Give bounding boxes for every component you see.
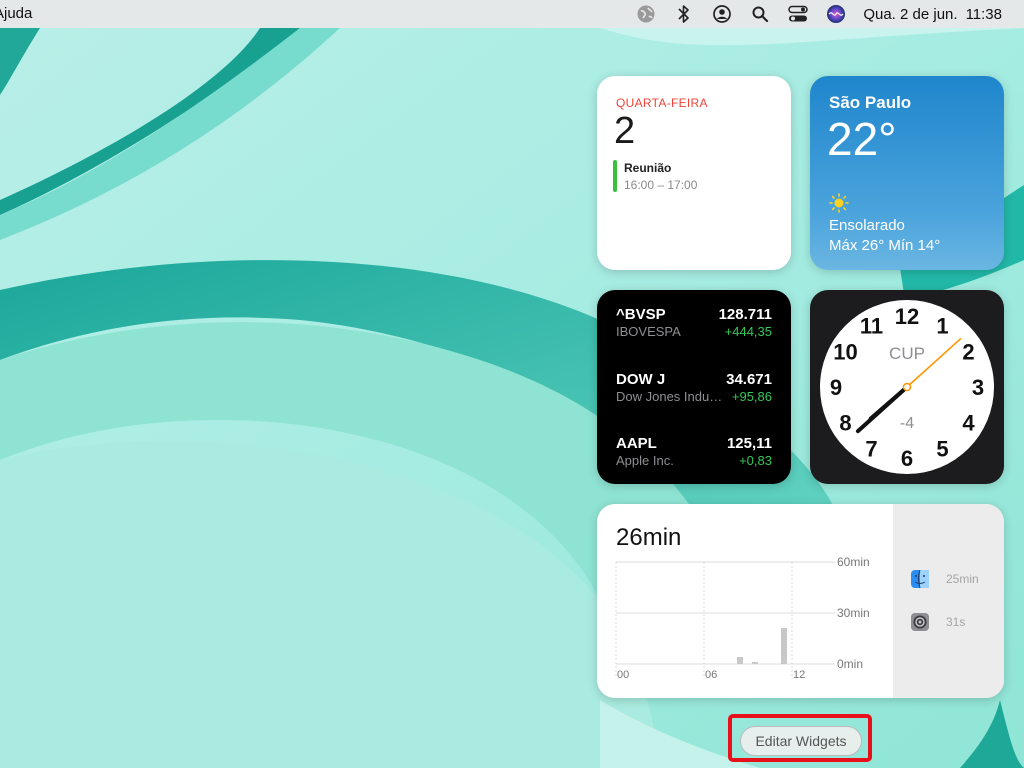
usage-bar	[781, 628, 787, 664]
stock-price: 125,11	[726, 435, 772, 452]
weather-widget[interactable]: São Paulo 22° Ensolarado Máx 26° Mín 14°	[810, 76, 1004, 270]
clock-offset: -4	[900, 415, 914, 432]
clock-numeral: 11	[860, 314, 883, 339]
stock-row[interactable]: DOW J 34.671 Dow Jones Industrial Averag…	[616, 371, 772, 411]
sun-icon	[829, 193, 849, 213]
analog-clock: CUP -4 12 12 3 45678 9 1011	[820, 300, 994, 474]
x-tick: 00	[617, 669, 629, 681]
stock-name: IBOVESPA	[616, 324, 681, 339]
app-usage-time: 25min	[946, 572, 979, 586]
y-tick: 30min	[837, 606, 870, 620]
stock-change: +444,35	[724, 324, 772, 339]
stock-price: 34.671	[726, 371, 772, 388]
edit-widgets-button[interactable]: Editar Widgets	[740, 726, 862, 756]
app-usage-time: 31s	[946, 615, 966, 629]
menu-help[interactable]: Ajuda	[0, 5, 32, 22]
calendar-weekday: QUARTA-FEIRA	[616, 96, 708, 110]
x-tick: 12	[793, 669, 805, 681]
event-color-bar	[613, 160, 617, 192]
y-tick: 60min	[837, 555, 870, 569]
app-usage-row[interactable]: 25min	[910, 569, 979, 589]
weather-city: São Paulo	[829, 93, 912, 112]
clock-numeral: 2	[962, 340, 974, 365]
clock-numeral: 6	[901, 446, 913, 471]
stocks-widget[interactable]: ^BVSP 128.711 IBOVESPA +444,35 DOW J 34.…	[597, 290, 791, 484]
control-center-icon[interactable]	[787, 3, 809, 25]
screen-time-apps-panel: 25min 31s	[893, 504, 1004, 698]
event-time: 16:00 – 17:00	[624, 178, 698, 192]
clock-numeral: 4	[962, 411, 975, 436]
siri-icon[interactable]	[825, 3, 847, 25]
stock-name: Dow Jones Industrial Average	[616, 389, 724, 404]
search-icon[interactable]	[749, 3, 771, 25]
menu-bar-status-icons: Qua. 2 de jun. 11:38	[635, 0, 1024, 28]
clock-numeral: 7	[865, 436, 877, 461]
stock-symbol: AAPL	[616, 435, 657, 452]
screen-time-chart: 60min 30min 0min 00 06 12	[615, 555, 870, 681]
menu-bar: Ajuda Qua. 2 de jun. 11:38	[0, 0, 1024, 28]
stock-price: 128.711	[718, 306, 772, 323]
weather-condition: Ensolarado	[829, 217, 905, 234]
clock-numeral: 10	[833, 340, 857, 365]
clock-numeral: 9	[830, 375, 842, 400]
clock-numeral: 5	[936, 436, 948, 461]
weather-temperature: 22°	[827, 113, 897, 165]
event-title: Reunião	[624, 161, 672, 175]
calendar-widget[interactable]: QUARTA-FEIRA 2 Reunião 16:00 – 17:00	[597, 76, 791, 270]
clock-city-code: CUP	[889, 344, 925, 363]
menu-bar-time[interactable]: 11:38	[966, 6, 1002, 23]
clock-numeral: 8	[839, 411, 851, 436]
screen-time-widget[interactable]: 26min 60min 30min 0min 00 06 12 25min 31…	[597, 504, 1004, 698]
y-tick: 0min	[837, 657, 863, 671]
menu-bar-date[interactable]: Qua. 2 de jun.	[863, 6, 957, 23]
finder-icon	[911, 569, 929, 589]
stock-change: +0,83	[739, 453, 772, 468]
stock-symbol: ^BVSP	[616, 306, 666, 323]
stock-name: Apple Inc.	[616, 453, 674, 468]
clock-numeral: 12	[895, 304, 919, 329]
x-tick: 06	[705, 669, 717, 681]
user-account-icon[interactable]	[711, 3, 733, 25]
calendar-day: 2	[614, 110, 636, 152]
bluetooth-icon[interactable]	[673, 3, 695, 25]
usage-bar	[737, 657, 743, 664]
stock-row[interactable]: ^BVSP 128.711 IBOVESPA +444,35	[616, 306, 772, 346]
clock-numeral: 3	[972, 375, 984, 400]
weather-range: Máx 26° Mín 14°	[829, 237, 941, 254]
system-preferences-icon	[911, 613, 929, 631]
usage-bar	[752, 662, 758, 664]
clock-widget[interactable]: CUP -4 12 1 2 3 4 5 6 7 8 9 10 11	[810, 290, 1004, 484]
clock-numeral: 1	[936, 314, 948, 339]
stock-row[interactable]: AAPL 125,11 Apple Inc. +0,83	[616, 435, 772, 475]
clock-center-pin	[902, 382, 912, 392]
globe-icon[interactable]	[635, 3, 657, 25]
stock-change: +95,86	[731, 389, 772, 404]
stock-symbol: DOW J	[616, 371, 666, 388]
app-usage-row[interactable]: 31s	[910, 612, 965, 632]
